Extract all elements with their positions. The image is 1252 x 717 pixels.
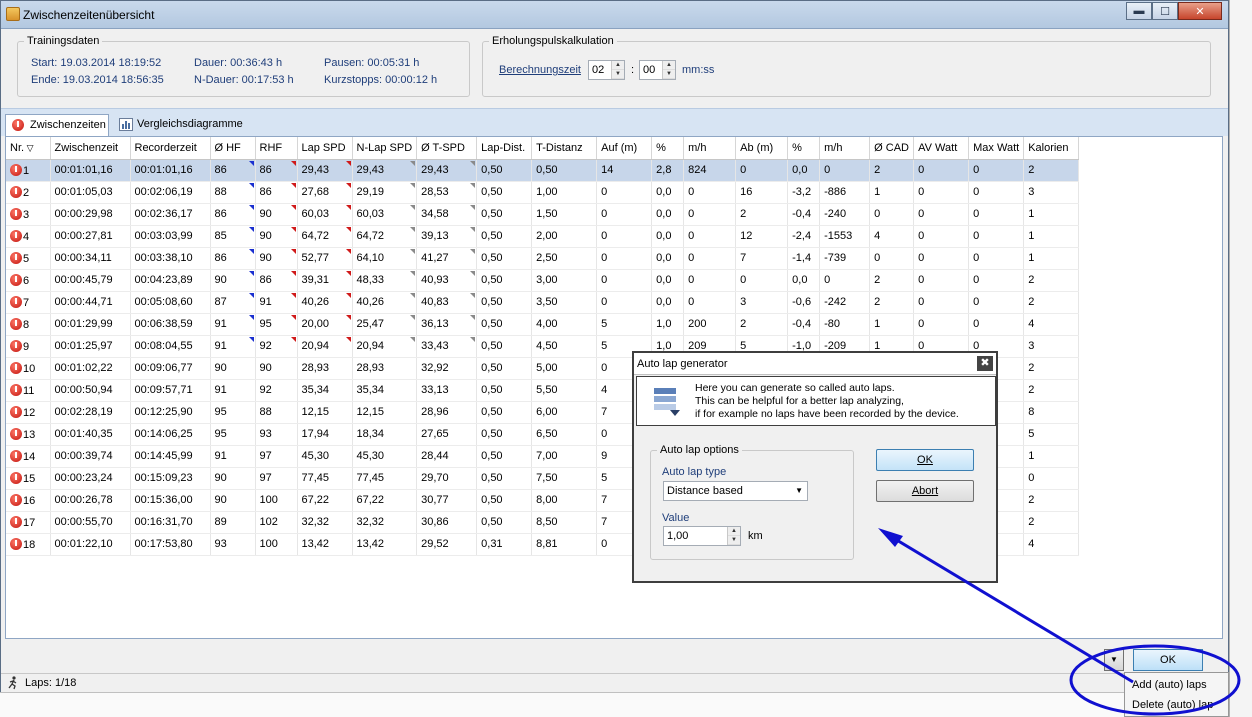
annotation-arrow	[884, 531, 1134, 684]
annotation-arrow-head	[878, 528, 903, 547]
annotation-overlay	[878, 528, 1241, 716]
annotation-circle	[1069, 644, 1241, 716]
